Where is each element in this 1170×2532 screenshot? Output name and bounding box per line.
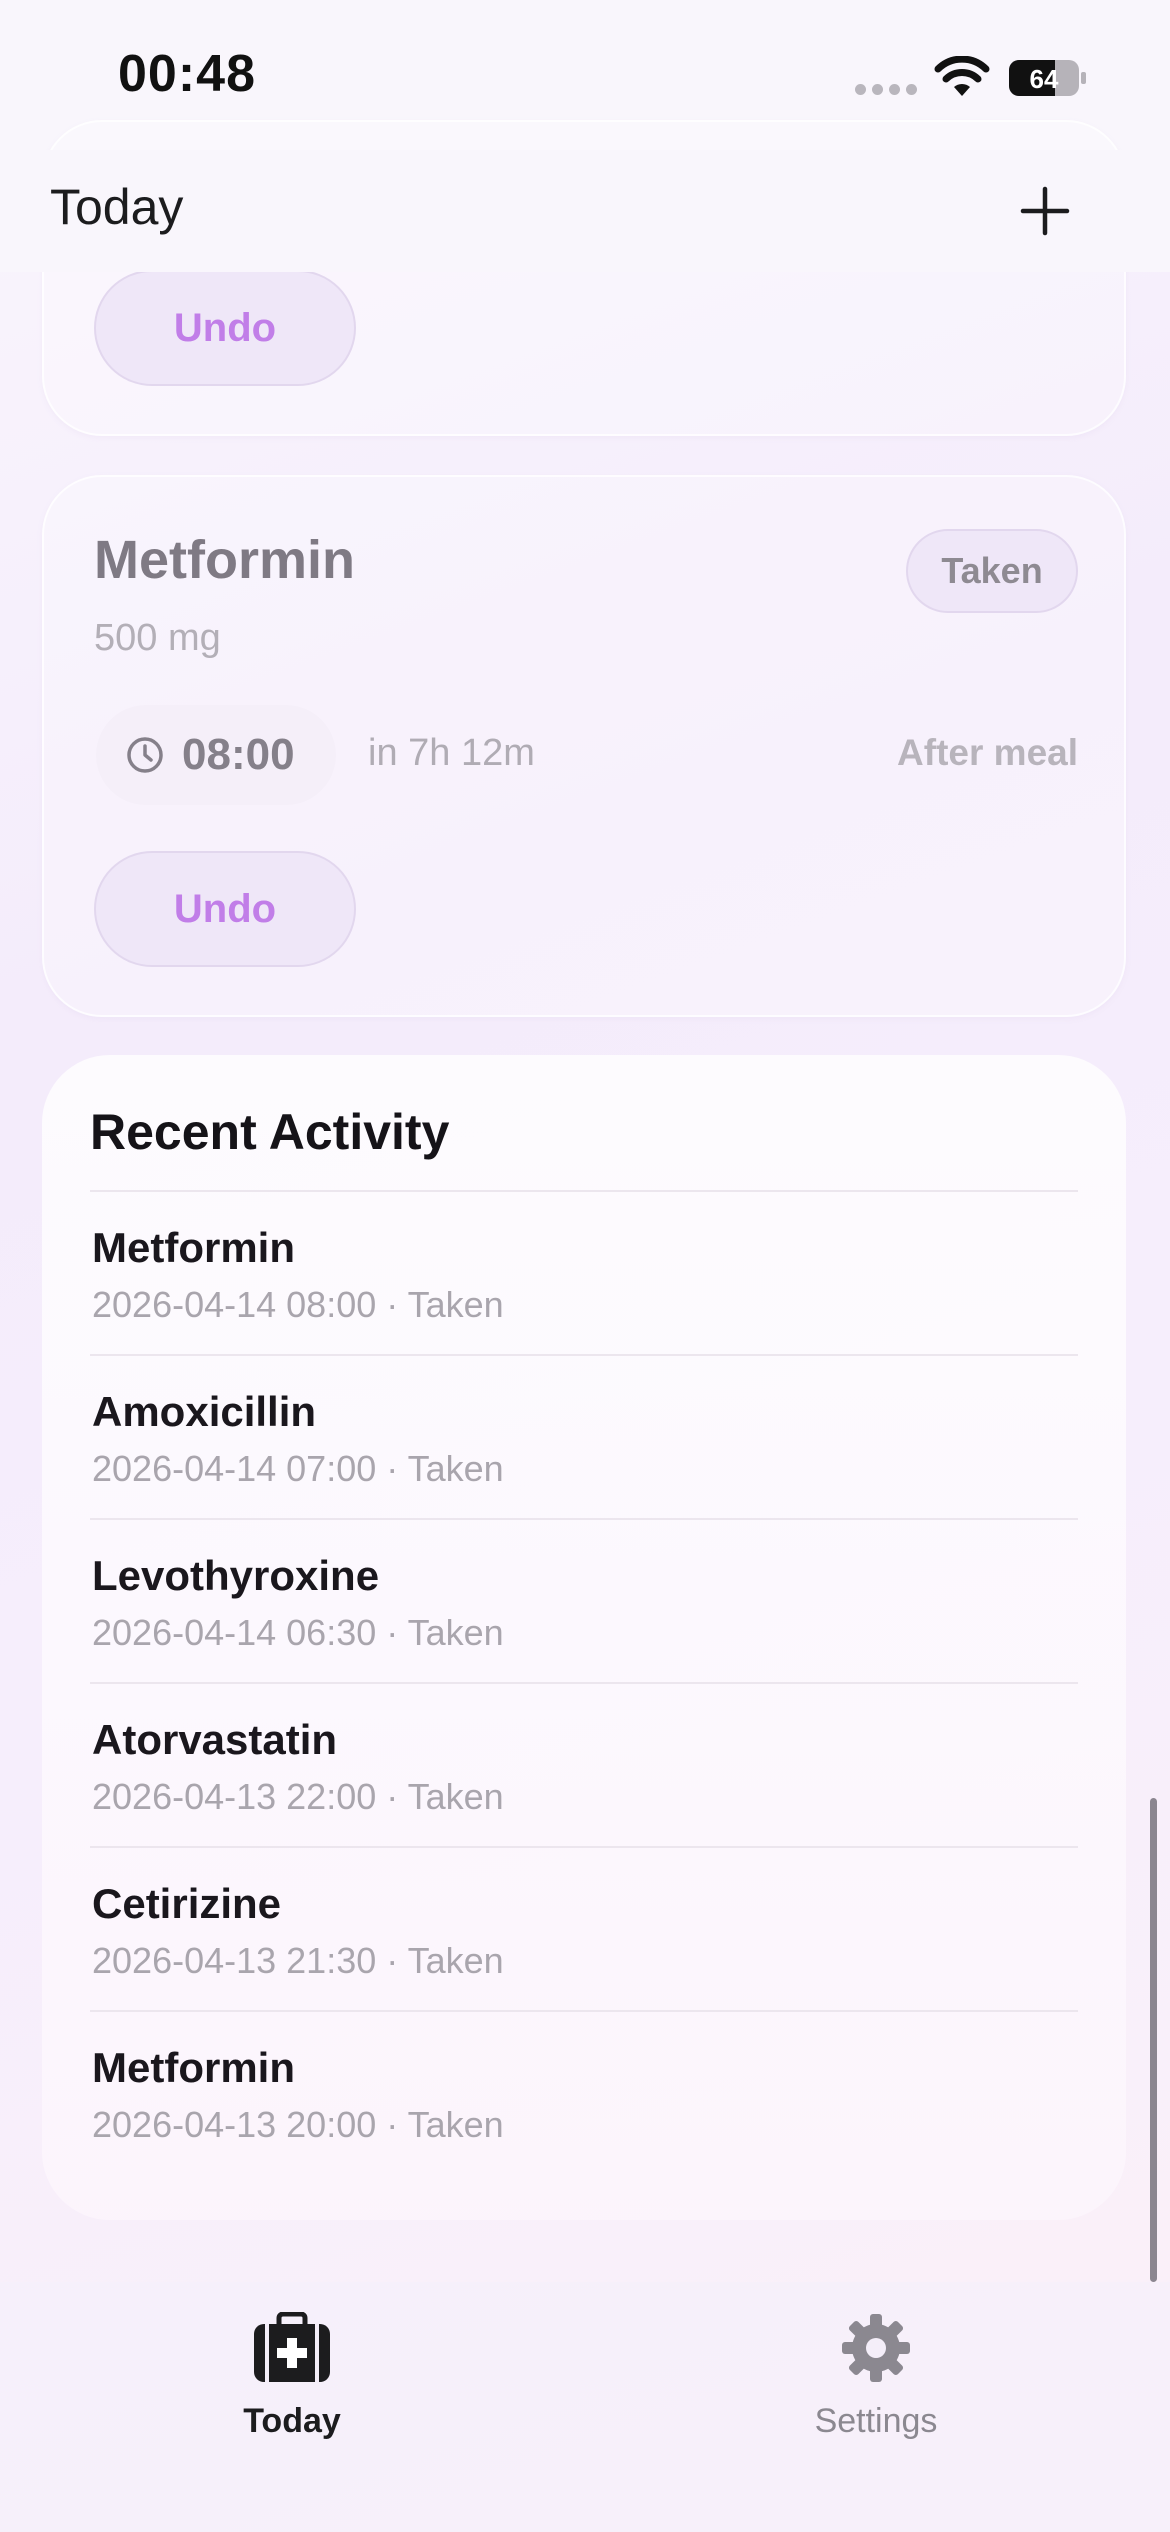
activity-med-name: Levothyroxine: [92, 1552, 380, 1599]
activity-med-name: Atorvastatin: [92, 1716, 338, 1763]
tab-label: Settings: [814, 2402, 938, 2440]
activity-med-name: Amoxicillin: [92, 1388, 317, 1435]
meal-note: After meal: [897, 732, 1078, 773]
battery-level: 64: [1030, 64, 1059, 94]
activity-med-name: Cetirizine: [92, 1880, 282, 1927]
activity-meta: 2026-04-14 07:00 · Taken: [92, 1448, 504, 1489]
list-item: Levothyroxine 2026-04-14 06:30 · Taken: [90, 1518, 1078, 1682]
status-badge: Taken: [906, 529, 1078, 613]
list-item: Amoxicillin 2026-04-14 07:00 · Taken: [90, 1354, 1078, 1518]
plus-icon: [1020, 186, 1070, 236]
wifi-icon: [934, 56, 990, 96]
list-item: Atorvastatin 2026-04-13 22:00 · Taken: [90, 1682, 1078, 1846]
cellular-signal-icon: [855, 84, 917, 95]
list-item: Metformin 2026-04-14 08:00 · Taken: [90, 1190, 1078, 1354]
scrollbar[interactable]: [1150, 1798, 1157, 2282]
tab-today[interactable]: Today: [162, 2312, 422, 2452]
medication-name: Metformin: [94, 530, 355, 590]
activity-list: Metformin 2026-04-14 08:00 · Taken Amoxi…: [90, 1190, 1078, 2174]
medical-kit-icon: [254, 2312, 330, 2382]
relative-time: in 7h 12m: [368, 732, 535, 774]
activity-meta: 2026-04-14 06:30 · Taken: [92, 1612, 504, 1653]
recent-activity-card: Recent Activity Metformin 2026-04-14 08:…: [42, 1055, 1126, 2220]
medication-card-metformin: Metformin 500 mg Taken 08:00 in 7h 12m A…: [42, 475, 1126, 1017]
tab-settings[interactable]: Settings: [746, 2312, 1006, 2452]
nav-header: Today: [0, 150, 1170, 272]
undo-button[interactable]: Undo: [94, 851, 356, 967]
gear-icon: [842, 2314, 910, 2382]
undo-button[interactable]: Undo: [94, 270, 356, 386]
tab-bar: Today Settings: [0, 2282, 1170, 2532]
activity-meta: 2026-04-13 21:30 · Taken: [92, 1940, 504, 1981]
status-time: 00:48: [118, 45, 256, 103]
medication-dose: 500 mg: [94, 617, 221, 659]
battery-icon: 64: [1009, 60, 1086, 96]
activity-meta: 2026-04-13 20:00 · Taken: [92, 2104, 504, 2145]
dose-time: 08:00: [182, 730, 295, 779]
list-item: Cetirizine 2026-04-13 21:30 · Taken: [90, 1846, 1078, 2010]
dose-time-chip: 08:00: [96, 705, 336, 805]
activity-meta: 2026-04-13 22:00 · Taken: [92, 1776, 504, 1817]
activity-meta: 2026-04-14 08:00 · Taken: [92, 1284, 504, 1325]
clock-icon: [127, 737, 163, 773]
list-item: Metformin 2026-04-13 20:00 · Taken: [90, 2010, 1078, 2174]
activity-med-name: Metformin: [92, 2044, 295, 2091]
recent-activity-title: Recent Activity: [90, 1104, 450, 1160]
add-button[interactable]: [1010, 176, 1080, 246]
tab-label: Today: [243, 2402, 341, 2440]
page-title: Today: [50, 179, 184, 235]
activity-med-name: Metformin: [92, 1224, 295, 1271]
